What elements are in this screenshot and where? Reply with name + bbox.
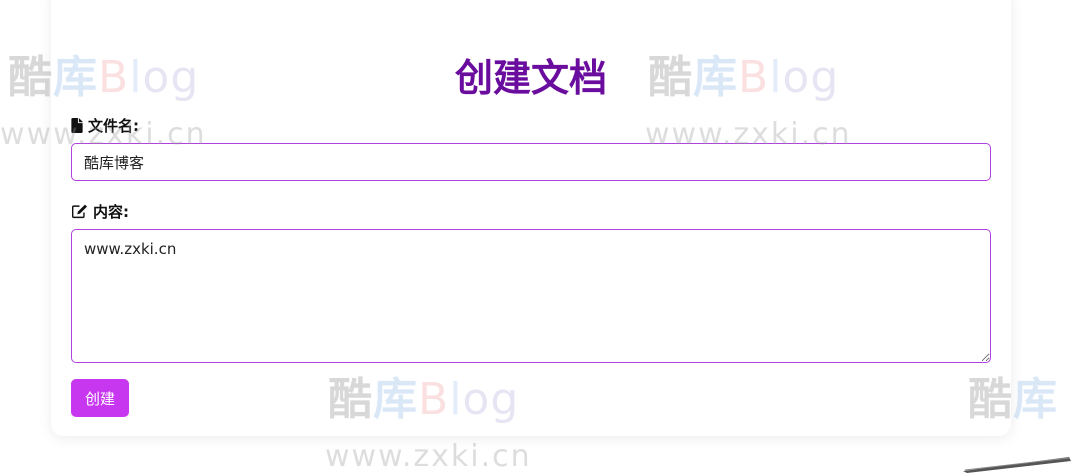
- watermark-char: 酷: [8, 52, 53, 103]
- filename-input[interactable]: [71, 143, 991, 181]
- corner-decoration: [963, 457, 1071, 473]
- watermark-url: www.zxki.cn: [325, 439, 532, 474]
- create-document-card: 创建文档 文件名: 内容: www.zxki.cn 创建: [51, 0, 1011, 436]
- watermark-char: 库: [1013, 374, 1058, 425]
- file-icon: [71, 118, 83, 133]
- filename-label: 文件名:: [71, 115, 139, 136]
- create-button[interactable]: 创建: [71, 379, 130, 417]
- page-title: 创建文档: [454, 55, 607, 100]
- content-label-text: 内容:: [93, 203, 129, 221]
- content-textarea[interactable]: www.zxki.cn: [71, 229, 991, 363]
- content-label: 内容:: [71, 201, 129, 222]
- filename-label-text: 文件名:: [88, 117, 139, 135]
- edit-icon: [72, 204, 87, 219]
